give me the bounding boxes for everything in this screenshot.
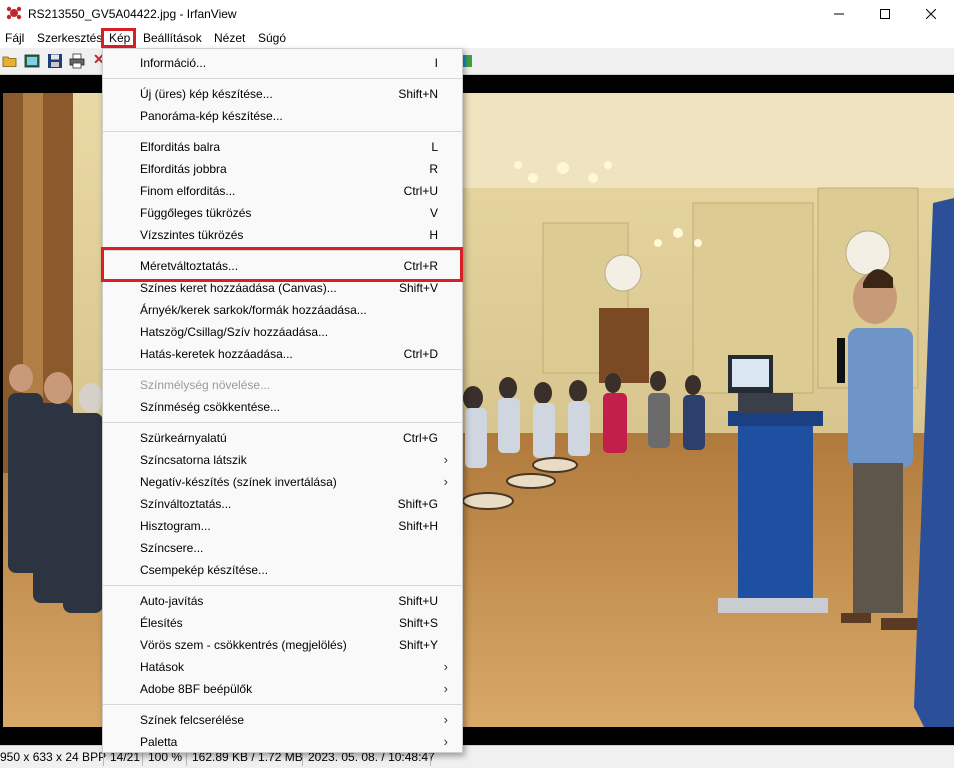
menu-separator (103, 704, 462, 705)
menu-bar: Fájl Szerkesztés Kép Beállítások Nézet S… (0, 28, 954, 48)
chevron-right-icon: › (443, 659, 448, 674)
menu-item-palette[interactable]: Paletta › (103, 731, 462, 753)
active-menu-highlight (101, 28, 136, 48)
save-icon[interactable] (47, 53, 63, 69)
menu-item-rotate-right[interactable]: Elforditás jobbra R (103, 158, 462, 180)
menu-options[interactable]: Beállítások (143, 31, 202, 45)
menu-separator (103, 250, 462, 251)
menu-item-swap-colors[interactable]: Színek felcserélése › (103, 709, 462, 731)
close-button[interactable] (908, 0, 954, 28)
menu-item-show-channel[interactable]: Színcsatorna látszik › (103, 449, 462, 471)
chevron-right-icon: › (443, 452, 448, 467)
chevron-right-icon: › (443, 712, 448, 727)
maximize-icon (880, 9, 890, 19)
menu-item-panorama[interactable]: Panoráma-kép készítése... (103, 105, 462, 127)
chevron-right-icon: › (443, 474, 448, 489)
menu-item-negative[interactable]: Negatív-készítés (színek invertálása) › (103, 471, 462, 493)
minimize-button[interactable] (816, 0, 862, 28)
print-icon[interactable] (69, 53, 85, 69)
menu-separator (103, 422, 462, 423)
menu-item-increase-color-depth: Színmélység növelése... (140, 378, 271, 392)
menu-item-new-image[interactable]: Új (üres) kép készítése... Shift+N (103, 83, 462, 105)
close-icon (926, 9, 936, 19)
window-title: RS213550_GV5A04422.jpg - IrfanView (28, 7, 237, 21)
menu-separator (103, 369, 462, 370)
menu-item-replace-color[interactable]: Színcsere... (103, 537, 462, 559)
chevron-right-icon: › (443, 734, 448, 749)
menu-item-resize[interactable]: Méretváltoztatás... Ctrl+R (103, 255, 462, 277)
image-menu-dropdown: Információ... I Új (üres) kép készítése..… (102, 48, 463, 753)
menu-item-grayscale[interactable]: Szürkeárnyalatú Ctrl+G (103, 427, 462, 449)
thumbnails-icon[interactable] (24, 53, 40, 69)
maximize-button[interactable] (862, 0, 908, 28)
menu-item-tile-image[interactable]: Csempekép készítése... (103, 559, 462, 581)
chevron-right-icon: › (443, 681, 448, 696)
menu-item-effects[interactable]: Hatások › (103, 656, 462, 678)
menu-item-color-corrections[interactable]: Színváltoztatás... Shift+G (103, 493, 462, 515)
menu-item-shapes[interactable]: Hatszög/Csillag/Szív hozzáadása... (103, 321, 462, 343)
status-dimensions: 950 x 633 x 24 BPP (0, 750, 107, 764)
menu-item-information[interactable]: Információ... I (103, 52, 462, 74)
minimize-icon (834, 13, 844, 15)
menu-file[interactable]: Fájl (5, 31, 24, 45)
menu-item-8bf-plugins[interactable]: Adobe 8BF beépülők › (103, 678, 462, 700)
menu-item-red-eye[interactable]: Vörös szem - csökkentrés (megjelölés) Shi… (103, 634, 462, 656)
menu-edit[interactable]: Szerkesztés (37, 31, 102, 45)
menu-item-decrease-color-depth[interactable]: Színméség csökkentése... (103, 396, 462, 418)
menu-item-horizontal-flip[interactable]: Vízszintes tükrözés H (103, 224, 462, 246)
menu-separator (103, 131, 462, 132)
menu-view[interactable]: Nézet (214, 31, 245, 45)
menu-item-fine-rotation[interactable]: Finom elforditás... Ctrl+U (103, 180, 462, 202)
menu-item-vertical-flip[interactable]: Függőleges tükrözés V (103, 202, 462, 224)
title-bar: RS213550_GV5A04422.jpg - IrfanView (0, 0, 954, 28)
menu-separator (103, 585, 462, 586)
menu-item-auto-adjust[interactable]: Auto-javítás Shift+U (103, 590, 462, 612)
menu-item-sharpen[interactable]: Élesítés Shift+S (103, 612, 462, 634)
open-folder-icon[interactable] (2, 53, 18, 69)
menu-item-shadow-corners[interactable]: Árnyék/kerek sarkok/formák hozzáadása... (103, 299, 462, 321)
menu-item-histogram[interactable]: Hisztogram... Shift+H (103, 515, 462, 537)
irfanview-cat-icon (6, 6, 22, 20)
menu-item-rotate-left[interactable]: Elforditás balra L (103, 136, 462, 158)
menu-help[interactable]: Súgó (258, 31, 286, 45)
menu-item-effect-frames[interactable]: Hatás-keretek hozzáadása... Ctrl+D (103, 343, 462, 365)
menu-separator (103, 78, 462, 79)
menu-item-canvas-border[interactable]: Színes keret hozzáadása (Canvas)... Shift… (103, 277, 462, 299)
